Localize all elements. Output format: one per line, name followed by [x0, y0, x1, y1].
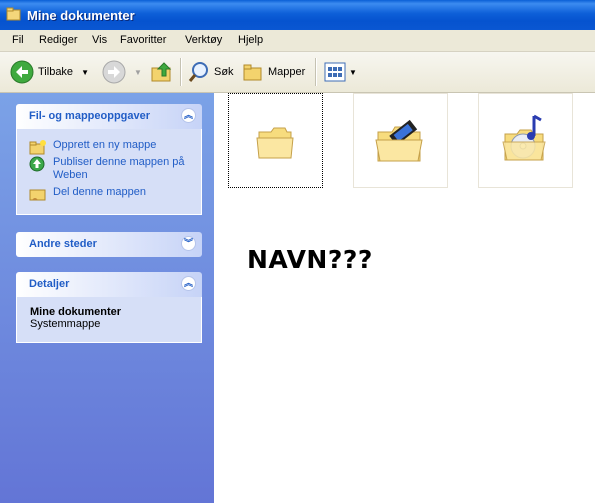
up-folder-button[interactable] — [150, 58, 174, 86]
up-folder-icon — [151, 62, 172, 82]
folders-label: Mapper — [268, 66, 306, 78]
folder-thumbnail[interactable] — [353, 93, 448, 188]
menu-fil[interactable]: Fil — [12, 34, 24, 46]
overlay-caption: NAVN??? — [247, 245, 373, 274]
folder-window-icon — [6, 7, 21, 21]
task-publish-web[interactable]: Publiser denne mappen på Weben — [17, 156, 201, 182]
back-label: Tilbake — [38, 66, 74, 78]
share-folder-icon — [29, 189, 46, 201]
file-folder-tasks-title: Fil- og mappeoppgaver — [29, 110, 151, 122]
forward-button[interactable]: ▼ — [102, 58, 142, 86]
file-folder-tasks-header[interactable]: Fil- og mappeoppgaver ︽ — [16, 104, 202, 129]
views-grid-icon — [324, 62, 346, 82]
details-type: Systemmappe — [30, 318, 101, 330]
views-dropdown-icon[interactable]: ▼ — [349, 68, 357, 77]
menu-rediger[interactable]: Rediger — [39, 34, 78, 46]
search-icon — [188, 62, 208, 82]
details-body: Mine dokumenter Systemmappe — [16, 297, 202, 343]
details-name: Mine dokumenter — [30, 306, 122, 318]
toolbar-separator — [315, 58, 317, 86]
other-places-header[interactable]: Andre steder ︾ — [16, 232, 202, 257]
menu-vis[interactable]: Vis — [92, 34, 107, 46]
menu-favoritter[interactable]: Favoritter — [120, 34, 166, 46]
back-button[interactable]: Tilbake ▼ — [10, 58, 89, 86]
search-button[interactable]: Søk — [188, 58, 234, 86]
expand-icon[interactable]: ︾ — [181, 236, 196, 251]
menu-verktoy[interactable]: Verktøy — [185, 34, 222, 46]
menu-bar: Fil Rediger Vis Favoritter Verktøy Hjelp — [0, 30, 595, 52]
file-view[interactable]: NAVN??? — [214, 93, 595, 503]
file-folder-tasks-body: Opprett en ny mappe Publiser denne mappe… — [16, 129, 202, 215]
folders-button[interactable]: Mapper — [242, 58, 305, 86]
my-music-folder-icon — [502, 114, 546, 161]
task-publish-label-line1: Publiser denne mappen på — [53, 156, 185, 168]
search-label: Søk — [214, 66, 234, 78]
folder-thumbnail[interactable] — [478, 93, 573, 188]
collapse-icon[interactable]: ︽ — [181, 108, 196, 123]
forward-dropdown-icon[interactable]: ▼ — [134, 68, 142, 77]
views-button[interactable]: ▼ — [324, 58, 357, 86]
folder-thumbnail[interactable] — [228, 93, 323, 188]
new-folder-icon — [29, 140, 46, 155]
task-new-folder-label: Opprett en ny mappe — [53, 139, 157, 151]
toolbar: Tilbake ▼ ▼ Søk Mapper ▼ — [0, 52, 595, 93]
menu-hjelp[interactable]: Hjelp — [238, 34, 263, 46]
back-dropdown-icon[interactable]: ▼ — [81, 68, 89, 77]
publish-web-icon — [29, 156, 45, 172]
details-header[interactable]: Detaljer ︽ — [16, 272, 202, 297]
file-folder-tasks-panel: Fil- og mappeoppgaver ︽ Opprett en ny ma… — [16, 104, 202, 215]
my-videos-folder-icon — [375, 119, 423, 162]
back-arrow-icon — [10, 60, 34, 84]
forward-arrow-icon — [102, 60, 126, 84]
collapse-icon[interactable]: ︽ — [181, 276, 196, 291]
details-panel: Detaljer ︽ Mine dokumenter Systemmappe — [16, 272, 202, 343]
folders-icon — [243, 64, 262, 81]
other-places-panel: Andre steder ︾ — [16, 232, 202, 257]
details-title: Detaljer — [29, 278, 70, 290]
window-title: Mine dokumenter — [27, 8, 135, 23]
task-publish-label-line2: Weben — [53, 169, 88, 181]
task-share-folder[interactable]: Del denne mappen — [17, 186, 201, 201]
task-new-folder[interactable]: Opprett en ny mappe — [17, 139, 201, 155]
folder-icon — [256, 127, 294, 159]
title-bar[interactable]: Mine dokumenter — [0, 0, 595, 30]
other-places-title: Andre steder — [29, 238, 97, 250]
task-share-label: Del denne mappen — [53, 186, 146, 198]
task-pane: Fil- og mappeoppgaver ︽ Opprett en ny ma… — [0, 93, 214, 503]
toolbar-separator — [180, 58, 182, 86]
